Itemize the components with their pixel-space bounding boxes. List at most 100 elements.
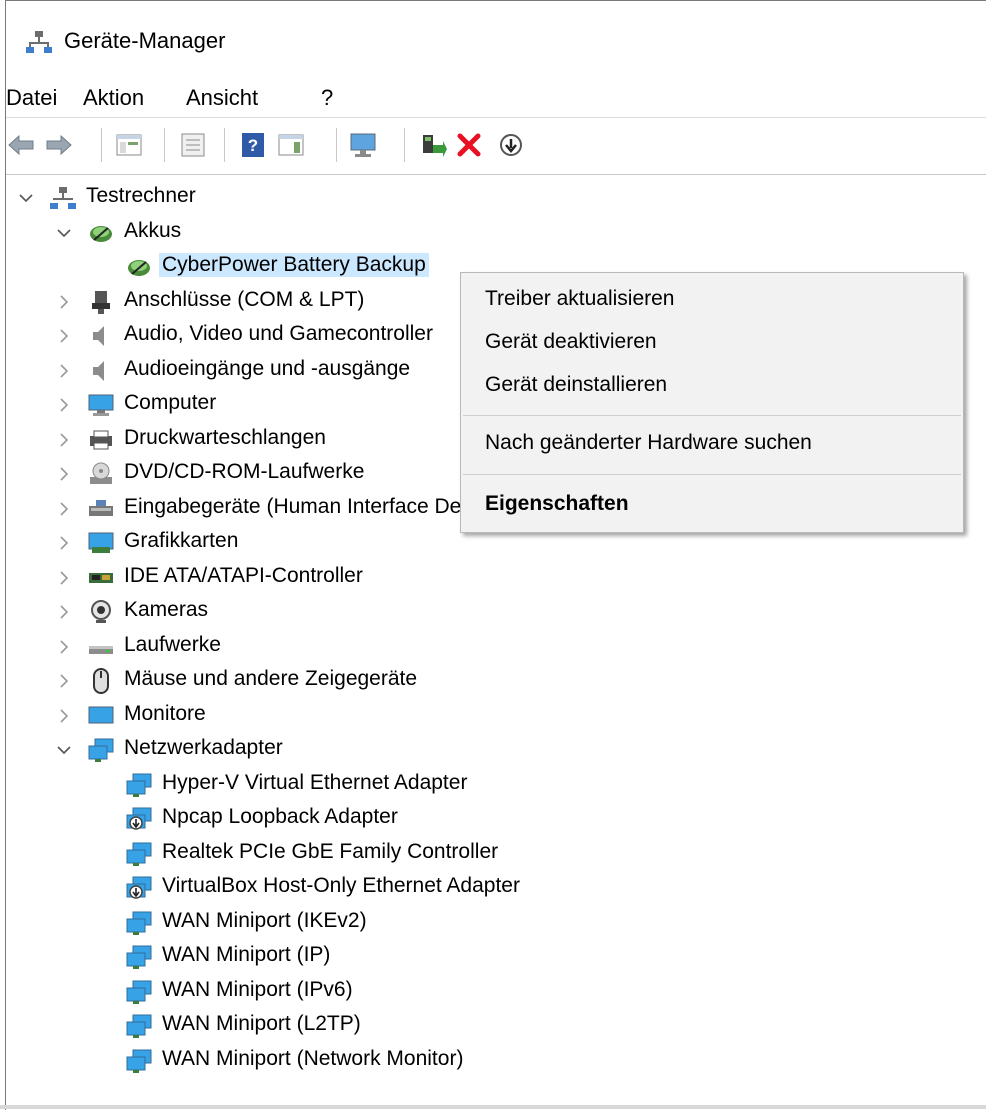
tree-category[interactable]: Laufwerke: [6, 630, 986, 664]
hid-icon: [88, 496, 114, 522]
tree-device[interactable]: VirtualBox Host-Only Ethernet Adapter: [6, 871, 986, 905]
window-title: Geräte-Manager: [64, 28, 226, 53]
toolbar-separator: [336, 128, 337, 162]
drive-icon: [88, 634, 114, 660]
ide-controller-icon: [88, 565, 114, 591]
network-adapter-icon: [126, 772, 152, 798]
toolbar-separator: [404, 128, 405, 162]
down-arrow-circle-icon[interactable]: [496, 130, 526, 160]
back-arrow-icon[interactable]: [6, 130, 36, 160]
tree-item-label: VirtualBox Host-Only Ethernet Adapter: [162, 874, 520, 897]
tree-item-label: Grafikkarten: [124, 529, 239, 552]
chevron-right-icon[interactable]: [56, 673, 72, 689]
dvd-icon: [88, 461, 114, 487]
tree-item-label: WAN Miniport (IP): [162, 943, 331, 966]
computer-network-icon: [50, 185, 76, 211]
port-icon: [88, 289, 114, 315]
tree-category[interactable]: Netzwerkadapter: [6, 733, 986, 767]
chevron-right-icon[interactable]: [56, 639, 72, 655]
chevron-right-icon[interactable]: [56, 570, 72, 586]
title-bar: Geräte-Manager: [6, 1, 986, 79]
computer-icon: [88, 392, 114, 418]
toolbar-separator: [164, 128, 165, 162]
tree-device[interactable]: Realtek PCIe GbE Family Controller: [6, 837, 986, 871]
chevron-right-icon[interactable]: [56, 397, 72, 413]
tree-item-label: Computer: [124, 391, 217, 414]
tree-device[interactable]: WAN Miniport (IPv6): [6, 975, 986, 1009]
menu-separator: [463, 415, 961, 416]
tree-category[interactable]: Kameras: [6, 595, 986, 629]
network-adapter-icon: [126, 1048, 152, 1074]
chevron-right-icon[interactable]: [56, 501, 72, 517]
menu-datei[interactable]: Datei: [6, 85, 57, 111]
chevron-right-icon[interactable]: [56, 432, 72, 448]
chevron-right-icon[interactable]: [56, 363, 72, 379]
menu-ansicht[interactable]: Ansicht: [186, 85, 258, 111]
menu-scan-hardware[interactable]: Nach geänderter Hardware suchen: [485, 431, 812, 455]
menu-aktion[interactable]: Aktion: [83, 85, 144, 111]
menu-help[interactable]: ?: [321, 85, 333, 111]
console-tree-icon[interactable]: [114, 130, 144, 160]
monitor-icon: [88, 703, 114, 729]
tree-root[interactable]: Testrechner: [6, 181, 986, 215]
tree-item-label: Mäuse und andere Zeigegeräte: [124, 667, 418, 690]
tree-category[interactable]: Mäuse und andere Zeigegeräte: [6, 664, 986, 698]
tree-item-label: Audioeingänge und -ausgänge: [124, 356, 411, 380]
chevron-right-icon[interactable]: [56, 294, 72, 310]
tree-category[interactable]: Akkus: [6, 216, 986, 250]
tree-category[interactable]: IDE ATA/ATAPI-Controller: [6, 561, 986, 595]
chevron-right-icon[interactable]: [56, 604, 72, 620]
menu-uninstall-device[interactable]: Gerät deinstallieren: [485, 373, 667, 397]
tree-device[interactable]: WAN Miniport (IP): [6, 940, 986, 974]
chevron-down-icon[interactable]: [18, 190, 34, 206]
help-icon[interactable]: ?: [238, 130, 268, 160]
monitor-scan-icon[interactable]: [348, 130, 378, 160]
tree-item-label: WAN Miniport (L2TP): [162, 1012, 361, 1035]
bottom-edge: [0, 1105, 986, 1109]
menu-properties[interactable]: Eigenschaften: [485, 492, 629, 516]
network-adapter-icon: [88, 737, 114, 763]
tree-category[interactable]: Monitore: [6, 699, 986, 733]
tree-item-label: IDE ATA/ATAPI-Controller: [124, 563, 363, 587]
red-x-icon[interactable]: [454, 130, 484, 160]
menu-update-driver[interactable]: Treiber aktualisieren: [485, 287, 674, 311]
toolbar-separator: [101, 128, 102, 162]
device-manager-icon: [26, 29, 52, 60]
action-pane-icon[interactable]: [276, 130, 306, 160]
chevron-down-icon[interactable]: [56, 742, 72, 758]
tree-device[interactable]: Hyper-V Virtual Ethernet Adapter: [6, 768, 986, 802]
battery-icon: [126, 254, 152, 280]
mouse-icon: [88, 668, 114, 694]
tree-item-label: Hyper-V Virtual Ethernet Adapter: [162, 770, 468, 794]
tree-item-label: Laufwerke: [124, 632, 221, 656]
tree-item-label: Akkus: [124, 218, 182, 242]
tree-item-label: CyberPower Battery Backup: [159, 253, 429, 277]
properties-icon[interactable]: [178, 130, 208, 160]
tree-item-label: Monitore: [124, 701, 206, 725]
tree-item-label: Audio, Video und Gamecontroller: [124, 322, 433, 345]
chevron-right-icon[interactable]: [56, 328, 72, 344]
menu-disable-device[interactable]: Gerät deaktivieren: [485, 330, 657, 354]
tree-item-label: Realtek PCIe GbE Family Controller: [162, 839, 499, 863]
chevron-right-icon[interactable]: [56, 466, 72, 482]
tree-device[interactable]: WAN Miniport (IKEv2): [6, 906, 986, 940]
network-adapter-disabled-icon: [126, 875, 152, 901]
menu-bar: Datei Aktion Ansicht ?: [6, 79, 986, 118]
tree-item-label: DVD/CD-ROM-Laufwerke: [124, 460, 365, 483]
update-driver-icon[interactable]: [418, 130, 448, 160]
tree-item-label: WAN Miniport (IPv6): [162, 977, 353, 1001]
tree-item-label: Anschlüsse (COM & LPT): [124, 287, 365, 311]
chevron-down-icon[interactable]: [56, 225, 72, 241]
chevron-right-icon[interactable]: [56, 708, 72, 724]
network-adapter-icon: [126, 979, 152, 1005]
forward-arrow-icon[interactable]: [44, 130, 74, 160]
network-adapter-disabled-icon: [126, 806, 152, 832]
toolbar: ?: [6, 118, 986, 175]
tree-device[interactable]: Npcap Loopback Adapter: [6, 802, 986, 836]
chevron-right-icon[interactable]: [56, 535, 72, 551]
tree-device[interactable]: WAN Miniport (L2TP): [6, 1009, 986, 1043]
tree-item-label: WAN Miniport (IKEv2): [162, 908, 367, 932]
battery-icon: [88, 220, 114, 246]
tree-item-label: Eingabegeräte (Human Interface Devices): [124, 494, 517, 518]
tree-device[interactable]: WAN Miniport (Network Monitor): [6, 1044, 986, 1078]
